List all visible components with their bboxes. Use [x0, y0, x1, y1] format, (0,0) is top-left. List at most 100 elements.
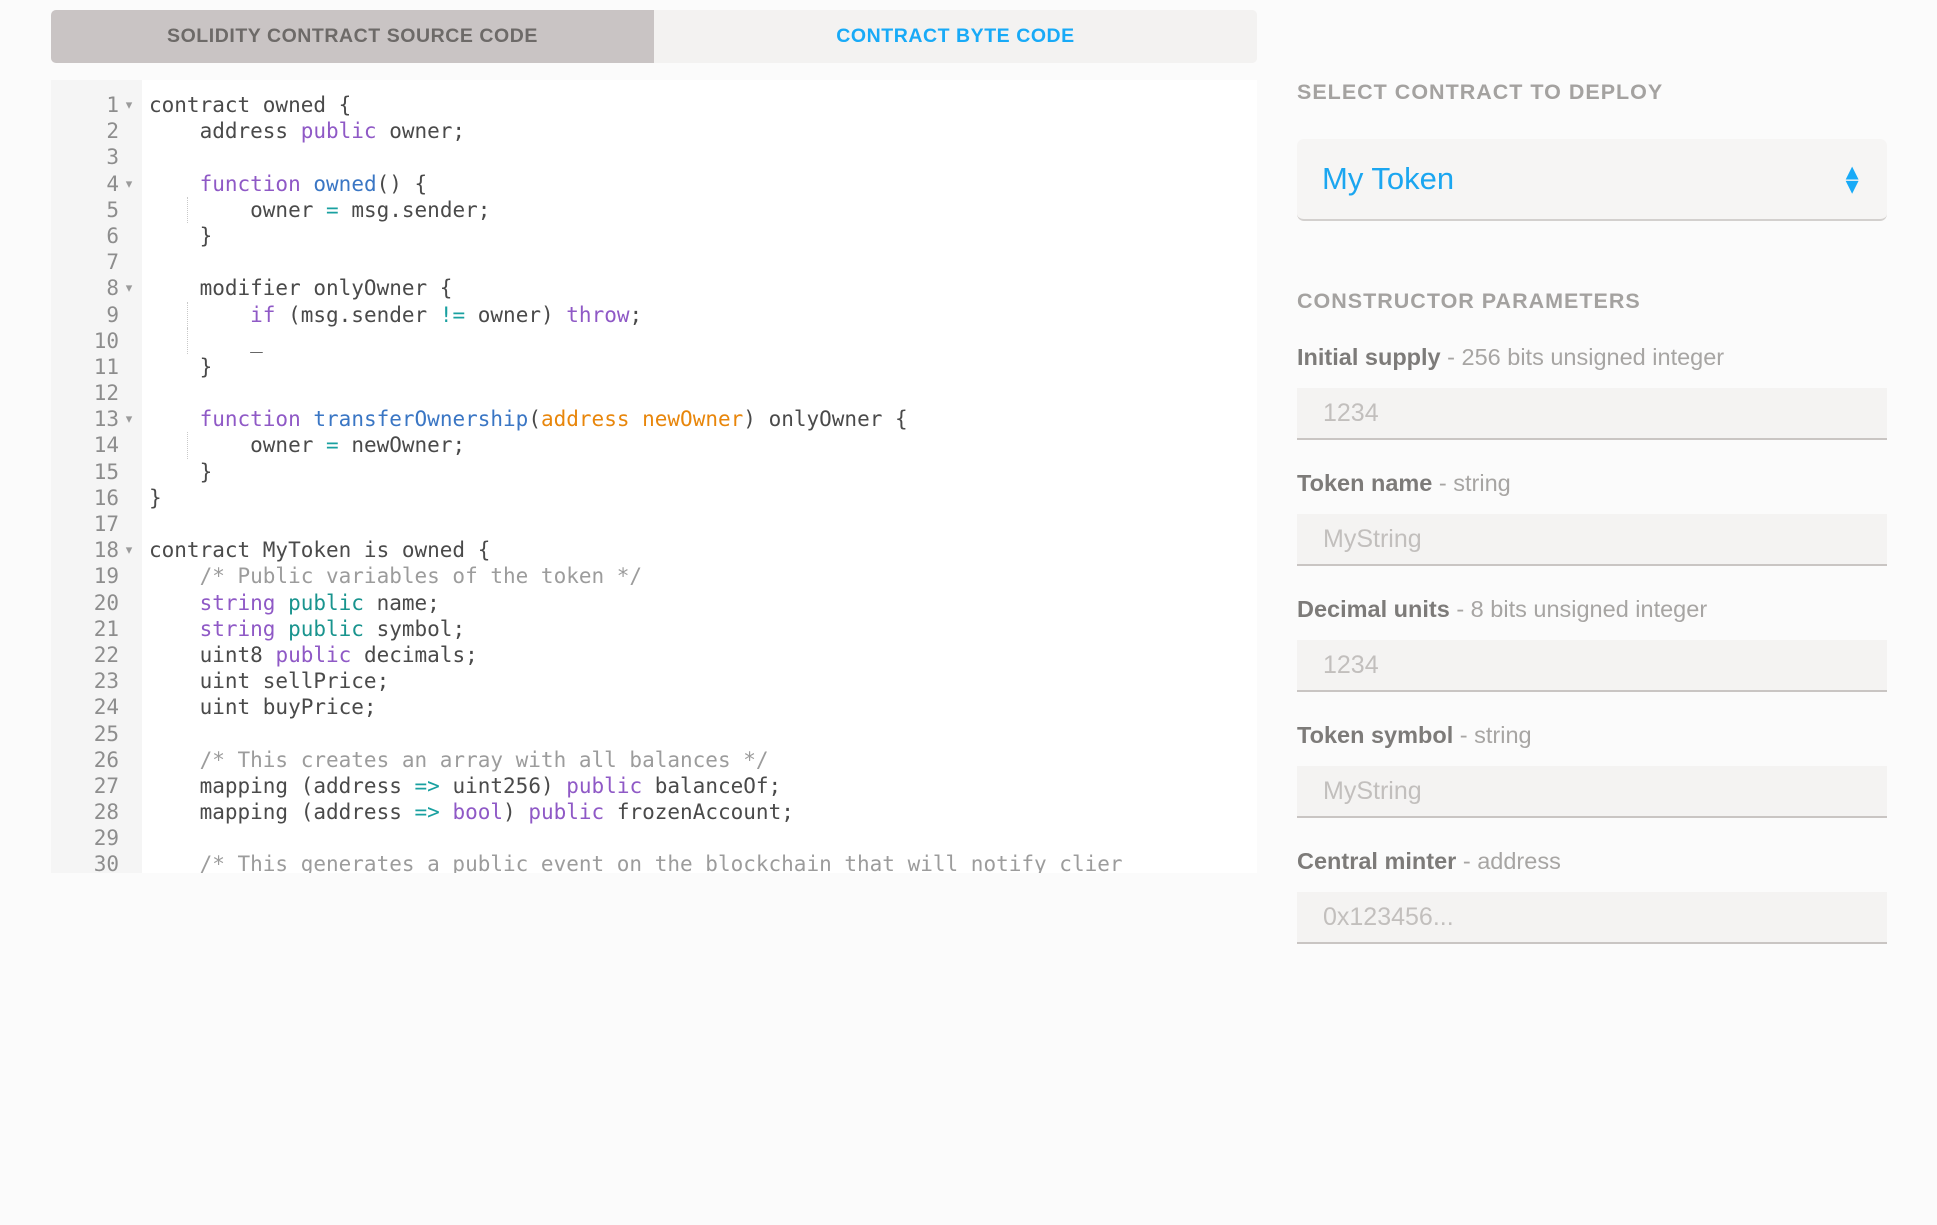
code-token: modifier onlyOwner {	[149, 276, 453, 301]
code-text: owner = msg.sender;	[149, 197, 490, 223]
fold-arrow-icon[interactable]: ▾	[123, 276, 135, 302]
code-token: public	[566, 773, 643, 798]
parameter-type: - string	[1453, 722, 1532, 748]
line-number: 8	[106, 276, 119, 301]
tab-contract-byte-code[interactable]: CONTRACT BYTE CODE	[654, 10, 1257, 63]
line-number: 23	[93, 669, 119, 694]
code-text: }	[149, 485, 162, 511]
code-text: _	[149, 328, 263, 354]
code-text: }	[149, 459, 213, 485]
code-line: 3	[51, 144, 1257, 170]
parameter-input-token-name[interactable]	[1297, 514, 1887, 566]
code-line: 21 string public symbol;	[51, 616, 1257, 642]
parameter-field: Decimal units - 8 bits unsigned integer	[1297, 596, 1887, 692]
code-text: mapping (address => bool) public frozenA…	[149, 799, 794, 825]
code-line: 30 /* This generates a public event on t…	[51, 851, 1257, 873]
contract-select-value: My Token	[1322, 161, 1455, 196]
code-line: 20 string public name;	[51, 590, 1257, 616]
code-token: !=	[439, 302, 466, 327]
tab-solidity-contract-source-code[interactable]: SOLIDITY CONTRACT SOURCE CODE	[51, 10, 654, 63]
code-line: 25	[51, 721, 1257, 747]
code-token: owner	[149, 197, 327, 222]
code-token: function	[199, 407, 301, 432]
parameter-input-central-minter[interactable]	[1297, 892, 1887, 944]
parameter-input-decimal-units[interactable]	[1297, 640, 1887, 692]
parameter-type: - string	[1432, 470, 1511, 496]
code-text: address public owner;	[149, 118, 466, 144]
code-text: function transferOwnership(address newOw…	[149, 406, 908, 432]
code-token: decimals;	[351, 642, 478, 667]
code-text: }	[149, 354, 213, 380]
parameter-type: - 8 bits unsigned integer	[1449, 596, 1708, 622]
parameter-label: Central minter - address	[1297, 848, 1887, 875]
code-editor[interactable]: 1 ▾ contract owned {2 address public owner…	[51, 80, 1257, 873]
code-token: if	[250, 302, 276, 327]
fold-arrow-icon[interactable]: ▾	[123, 407, 135, 433]
line-number: 12	[93, 381, 119, 406]
code-token: address newOwner	[540, 407, 744, 432]
fold-arrow-icon[interactable]: ▾	[123, 93, 135, 119]
code-text: contract MyToken is owned {	[149, 537, 490, 563]
code-text: function owned() {	[149, 171, 428, 197]
code-token: }	[149, 485, 162, 510]
code-token: frozenAccount;	[604, 800, 794, 825]
code-line: 8 ▾ modifier onlyOwner {	[51, 275, 1257, 301]
line-number: 30	[93, 852, 119, 873]
select-contract-heading: SELECT CONTRACT TO DEPLOY	[1297, 80, 1664, 104]
code-line: 10 _	[51, 327, 1257, 354]
line-number: 15	[93, 459, 119, 484]
parameter-input-token-symbol[interactable]	[1297, 766, 1887, 818]
chevron-down-icon[interactable]: ▼	[1841, 175, 1863, 196]
parameter-label: Decimal units - 8 bits unsigned integer	[1297, 596, 1887, 623]
code-line: 6 }	[51, 223, 1257, 249]
code-line: 17	[51, 511, 1257, 537]
code-token: (	[528, 407, 541, 432]
code-token: name;	[363, 590, 440, 615]
code-token: ) onlyOwner {	[743, 407, 908, 432]
code-token: msg.sender;	[338, 197, 491, 222]
contract-select[interactable]: My Token ▲ ▼	[1297, 139, 1887, 221]
stepper-arrows-icon[interactable]: ▲ ▼	[1841, 161, 1863, 196]
line-number: 11	[93, 354, 119, 379]
code-line: 16}	[51, 485, 1257, 511]
parameter-field: Initial supply - 256 bits unsigned integ…	[1297, 344, 1887, 440]
code-line: 23 uint sellPrice;	[51, 668, 1257, 694]
code-line: 4 ▾ function owned() {	[51, 171, 1257, 197]
code-token: bool	[452, 800, 504, 825]
code-line: 9 if (msg.sender != owner) throw;	[51, 301, 1257, 328]
code-line: 29	[51, 825, 1257, 851]
code-text: string public symbol;	[149, 616, 466, 642]
parameter-input-initial-supply[interactable]	[1297, 388, 1887, 440]
parameter-name: Decimal units	[1297, 596, 1450, 622]
code-token: uint256)	[439, 773, 567, 798]
code-line: 15 }	[51, 459, 1257, 485]
line-number: 29	[93, 826, 119, 851]
code-line: 18 ▾ contract MyToken is owned {	[51, 537, 1257, 563]
line-number: 20	[93, 590, 119, 615]
code-token: function	[199, 171, 301, 196]
code-token: )	[503, 800, 529, 825]
code-token: /* This generates a public event on the …	[149, 852, 1123, 873]
fold-arrow-icon[interactable]: ▾	[123, 172, 135, 198]
line-number: 17	[93, 512, 119, 536]
code-token: address	[149, 119, 301, 144]
code-text: /* This creates an array with all balanc…	[149, 747, 769, 773]
parameter-field: Token name - string	[1297, 470, 1887, 566]
fold-arrow-icon[interactable]: ▾	[123, 538, 135, 564]
code-token: public	[288, 590, 364, 615]
code-token: =>	[414, 800, 440, 825]
code-token: owned	[313, 171, 377, 196]
line-number: 27	[93, 773, 119, 798]
code-text: }	[149, 223, 213, 249]
code-token: contract MyToken is owned {	[149, 538, 491, 563]
code-text: owner = newOwner;	[149, 432, 465, 458]
parameter-field: Central minter - address	[1297, 848, 1887, 944]
tab-label: SOLIDITY CONTRACT SOURCE CODE	[167, 25, 538, 47]
code-token: string	[199, 616, 276, 641]
